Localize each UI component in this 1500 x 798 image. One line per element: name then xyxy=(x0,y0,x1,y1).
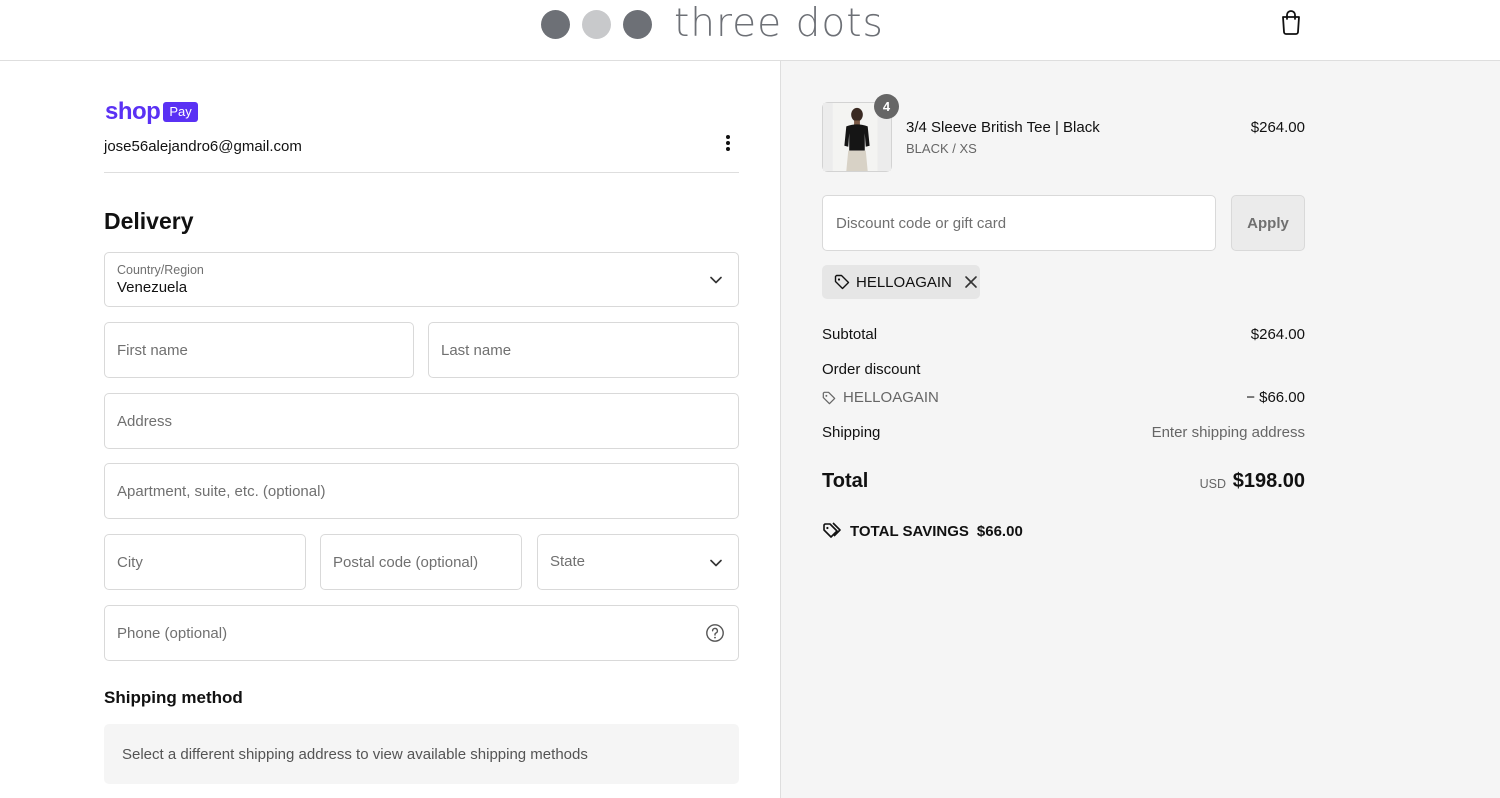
address-placeholder: Address xyxy=(117,413,173,430)
chevron-down-icon xyxy=(710,559,722,567)
total-value: $198.00 xyxy=(1232,470,1305,492)
state-placeholder: State xyxy=(550,553,586,570)
postal-code-field[interactable]: Postal code (optional) xyxy=(320,534,522,590)
divider xyxy=(104,172,739,173)
savings-tag-icon xyxy=(823,522,841,538)
city-field[interactable]: City xyxy=(104,534,306,590)
country-select[interactable]: Country/Region Venezuela xyxy=(104,252,739,307)
country-value: Venezuela xyxy=(117,279,188,296)
subtotal-value: $264.00 xyxy=(1250,326,1305,343)
last-name-field[interactable]: Last name xyxy=(428,322,739,378)
order-discount-row: Order discount xyxy=(822,361,1305,378)
total-savings-label: TOTAL SAVINGS xyxy=(850,522,969,540)
product-variant: BLACK / XS xyxy=(906,141,977,156)
account-email: jose56alejandro6@gmail.com xyxy=(104,138,302,155)
applied-discount-chip: HELLOAGAIN xyxy=(822,265,980,299)
shipping-method-heading: Shipping method xyxy=(104,688,243,707)
shop-pay-wordmark: shop xyxy=(105,98,161,125)
total-savings: TOTAL SAVINGS $66.00 xyxy=(822,522,1023,540)
delivery-heading: Delivery xyxy=(104,208,194,234)
brand-logo[interactable]: three dots xyxy=(541,4,884,44)
city-placeholder: City xyxy=(117,554,143,571)
apartment-field[interactable]: Apartment, suite, etc. (optional) xyxy=(104,463,739,519)
last-name-placeholder: Last name xyxy=(441,342,512,359)
tag-icon xyxy=(822,391,836,404)
logo-dot-2 xyxy=(582,9,611,39)
shipping-method-message: Select a different shipping address to v… xyxy=(122,746,588,763)
shipping-label: Shipping xyxy=(822,424,881,441)
discount-code-row: HELLOAGAIN − $66.00 xyxy=(822,389,1305,409)
first-name-field[interactable]: First name xyxy=(104,322,414,378)
total-savings-value: $66.00 xyxy=(976,522,1023,540)
shipping-row: Shipping Enter shipping address xyxy=(822,424,1305,441)
phone-field[interactable]: Phone (optional) xyxy=(104,605,739,661)
more-options-icon[interactable] xyxy=(718,133,738,155)
order-discount-label: Order discount xyxy=(822,361,921,378)
logo-dot-3 xyxy=(623,9,652,39)
help-circle-icon[interactable] xyxy=(705,623,725,643)
quantity-badge: 4 xyxy=(874,94,899,119)
checkout-form-panel: shop Pay jose56alejandro6@gmail.com Deli… xyxy=(0,61,780,798)
order-summary-panel: 4 3/4 Sleeve British Tee | Black BLACK /… xyxy=(781,61,1500,798)
brand-name: three dots xyxy=(674,1,884,46)
subtotal-label: Subtotal xyxy=(822,326,878,343)
discount-code-placeholder: Discount code or gift card xyxy=(836,215,1007,232)
first-name-placeholder: First name xyxy=(117,342,188,359)
country-label: Country/Region xyxy=(117,263,204,277)
shopping-bag-icon[interactable] xyxy=(1280,9,1302,35)
site-header: three dots xyxy=(0,0,1500,61)
apply-discount-button[interactable]: Apply xyxy=(1231,195,1305,251)
chevron-down-icon xyxy=(710,276,722,284)
shop-pay-badge: Pay xyxy=(163,102,198,122)
discount-code-line: HELLOAGAIN xyxy=(822,389,939,406)
total-currency: USD xyxy=(1199,477,1226,491)
subtotal-row: Subtotal $264.00 xyxy=(822,326,1305,343)
product-price: $264.00 xyxy=(1250,119,1305,136)
remove-discount-icon[interactable] xyxy=(964,275,978,289)
address-field[interactable]: Address xyxy=(104,393,739,449)
discount-code-input[interactable]: Discount code or gift card xyxy=(822,195,1216,251)
total-label: Total xyxy=(822,470,869,492)
phone-placeholder: Phone (optional) xyxy=(117,625,228,642)
shipping-method-notice: Select a different shipping address to v… xyxy=(104,724,739,784)
discount-code-name: HELLOAGAIN xyxy=(843,389,939,406)
applied-discount-code: HELLOAGAIN xyxy=(856,273,952,291)
discount-amount: − $66.00 xyxy=(1246,389,1305,406)
shop-pay-logo: shop Pay xyxy=(105,100,198,124)
state-select[interactable]: State xyxy=(537,534,739,590)
logo-dot-1 xyxy=(541,9,570,39)
apartment-placeholder: Apartment, suite, etc. (optional) xyxy=(117,483,326,500)
postal-code-placeholder: Postal code (optional) xyxy=(333,554,479,571)
tag-icon xyxy=(834,274,850,290)
shipping-value: Enter shipping address xyxy=(1151,424,1305,441)
product-title: 3/4 Sleeve British Tee | Black xyxy=(906,119,1100,136)
